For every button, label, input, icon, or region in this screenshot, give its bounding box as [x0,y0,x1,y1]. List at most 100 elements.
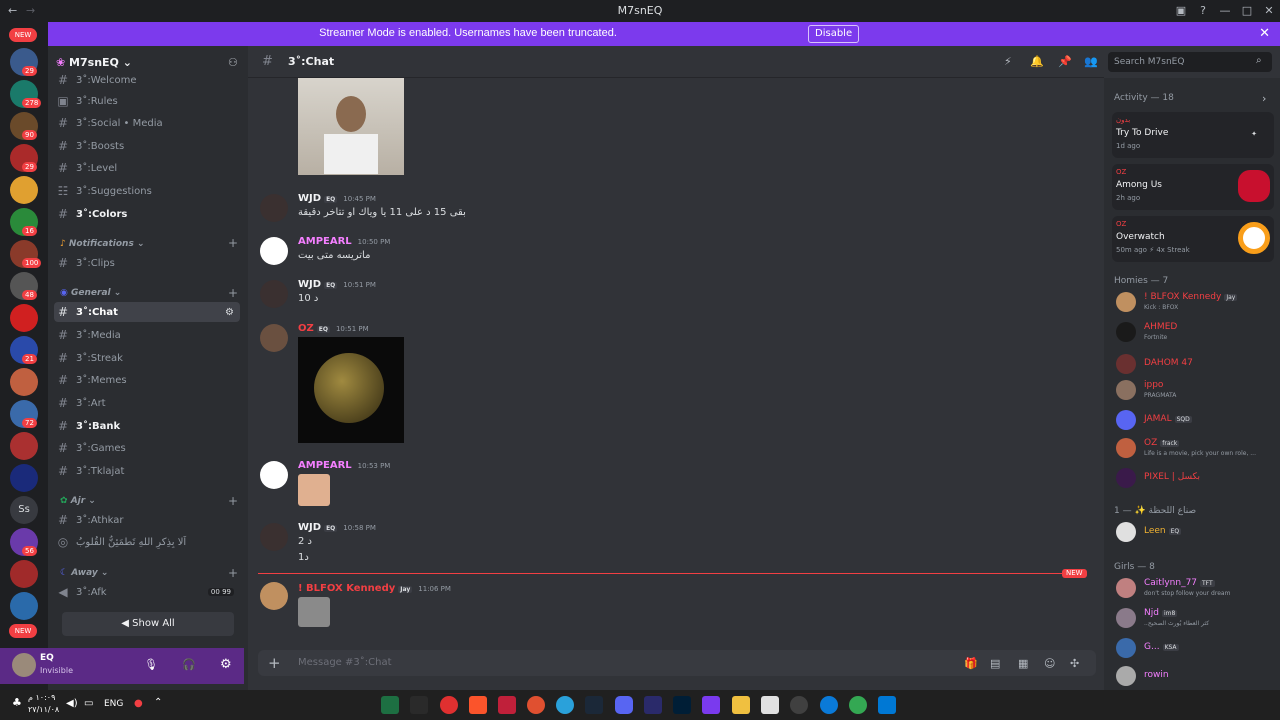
dm-server-icon[interactable]: Ss [10,496,38,524]
channel-suggestions[interactable]: ☷ 3˚:Suggestions [54,181,240,201]
channel-streak[interactable]: #3˚:Streak [54,348,240,368]
message-composer[interactable]: + Message #3˚:Chat 🎁 ▤ ▦ ☺ ✣ [258,650,1096,676]
avatar[interactable] [260,194,288,222]
image-attachment[interactable] [298,78,404,175]
channel-clips[interactable]: #3˚:Clips [54,253,240,273]
category-notifications[interactable]: ♪ Notifications ⌄ [60,239,145,249]
language-indicator[interactable]: ENG [104,699,123,709]
notification-bell-icon[interactable]: 🔔 [1030,55,1044,68]
app-icon[interactable] [527,696,545,714]
server-icon[interactable] [10,368,38,396]
message-input[interactable]: Message #3˚:Chat [298,657,392,668]
member-item[interactable]: AHMED Fortnite [1112,320,1276,346]
channel-art[interactable]: #3˚:Art [54,393,240,413]
avatar[interactable] [260,582,288,610]
avatar[interactable] [260,237,288,265]
avatar[interactable] [260,324,288,352]
member-item[interactable]: Leen EQ [1112,520,1276,546]
avatar[interactable] [260,461,288,489]
chrome-icon[interactable] [849,696,867,714]
premiere-icon[interactable] [644,696,662,714]
settings-gear-icon[interactable]: ⚙ [225,307,234,318]
mic-tray-icon[interactable]: ● [134,698,143,709]
windows-start-icon[interactable] [878,696,896,714]
banner-close-icon[interactable]: ✕ [1259,26,1270,41]
avatar[interactable] [260,523,288,551]
app-icon[interactable] [702,696,720,714]
image-attachment[interactable] [298,597,330,627]
show-all-button[interactable]: ◀ Show All [62,612,234,636]
member-item[interactable]: rowin [1112,664,1276,690]
maximize-icon[interactable]: □ [1236,0,1258,22]
chevron-right-icon[interactable]: › [1262,92,1266,105]
member-item[interactable]: Njd im8 ..كثر العطاء يُورث الصحيح [1112,606,1276,632]
category-ajr[interactable]: ✿ Ajr ⌄ [60,496,96,506]
new-pill[interactable]: NEW [9,624,37,638]
add-channel-icon[interactable]: + [228,236,238,250]
chevron-up-icon[interactable]: ⌃ [154,697,162,708]
sticker-image[interactable] [298,474,330,506]
channel-afk[interactable]: ◀ 3˚:Afk 00 99 [54,582,240,602]
photoshop-icon[interactable] [673,696,691,714]
minimize-icon[interactable]: — [1214,0,1236,22]
channel-colors[interactable]: #3˚:Colors [54,204,240,224]
member-item[interactable]: PIXEL | بكسل [1112,466,1276,492]
channel-welcome[interactable]: #3˚:Welcome [54,70,240,90]
headphones-icon[interactable]: 🎧 [182,658,196,671]
volume-icon[interactable]: ◀) [66,698,78,709]
apps-icon[interactable]: ✣ [1070,657,1079,670]
channel-rules[interactable]: ▣ 3˚:Rules [54,91,240,111]
channel-social-media[interactable]: #3˚:Social • Media [54,113,240,133]
steam-icon[interactable] [585,696,603,714]
member-item[interactable]: G... KSA [1112,636,1276,662]
category-away[interactable]: ☾ Away ⌄ [60,568,108,578]
file-explorer-icon[interactable] [732,696,750,714]
inbox-icon[interactable]: ▣ [1170,0,1192,22]
category-general[interactable]: ◉ General ⌄ [60,288,121,298]
member-item[interactable]: ! BLFOX Kennedy Jay Kick : BFOX [1112,290,1276,316]
brave-icon[interactable] [469,696,487,714]
member-item[interactable]: OZ frack Life is a movie, pick your own ro… [1112,436,1276,462]
discord-icon[interactable] [615,696,633,714]
search-input[interactable]: Search M7snEQ [1108,52,1272,72]
server-icon[interactable] [10,464,38,492]
activity-card[interactable]: OZ Overwatch 50m ago ⚡ 4x Streak [1112,216,1274,262]
disable-streamer-mode-button[interactable]: Disable [808,25,860,43]
excel-icon[interactable] [381,696,399,714]
pin-icon[interactable]: 📌 [1058,55,1072,68]
activity-card[interactable]: بدون Try To Drive 1d ago ✦ [1112,112,1274,158]
image-attachment[interactable] [298,337,404,443]
channel-boosts[interactable]: #3˚:Boosts [54,136,240,156]
member-item[interactable]: ippo PRAGMATA [1112,378,1276,404]
channel-tklajat[interactable]: #3˚:Tklajat [54,461,240,481]
channel-athkar[interactable]: #3˚:Athkar [54,510,240,530]
invite-icon[interactable]: ⚇ [228,56,238,69]
user-settings-icon[interactable]: ⚙ [220,657,232,672]
add-channel-icon[interactable]: + [228,286,238,300]
avatar[interactable] [12,653,36,677]
channel-stage[interactable]: ◎ اَلا بِذِكرِ اللهِ تَطمَئِنُّ القُلوبُ [54,532,240,552]
close-window-icon[interactable]: ✕ [1258,0,1280,22]
opera-icon[interactable] [440,696,458,714]
channel-bank[interactable]: #3˚:Bank [54,416,240,436]
network-icon[interactable]: ▭ [84,698,93,709]
server-icon[interactable] [10,560,38,588]
threads-icon[interactable]: ⚡ [1004,55,1012,68]
add-channel-icon[interactable]: + [228,494,238,508]
server-name[interactable]: ❀ M7snEQ ⌄ [56,56,132,69]
member-item[interactable]: JAMAL SQD [1112,408,1276,434]
server-icon[interactable] [10,592,38,620]
sticker-icon[interactable]: ▦ [1018,657,1028,670]
gif-icon[interactable]: ▤ [990,657,1000,670]
channel-memes[interactable]: #3˚:Memes [54,370,240,390]
edge-icon[interactable] [820,696,838,714]
channel-chat[interactable]: #3˚:Chat ⚙ [54,302,240,322]
add-attachment-icon[interactable]: + [268,654,281,672]
server-icon[interactable] [10,176,38,204]
app-icon[interactable] [790,696,808,714]
channel-media[interactable]: #3˚:Media [54,325,240,345]
app-icon[interactable] [498,696,516,714]
gift-icon[interactable]: 🎁 [964,657,978,670]
member-list-icon[interactable]: 👥 [1084,55,1098,68]
microphone-icon[interactable]: 🎙 [144,658,158,671]
